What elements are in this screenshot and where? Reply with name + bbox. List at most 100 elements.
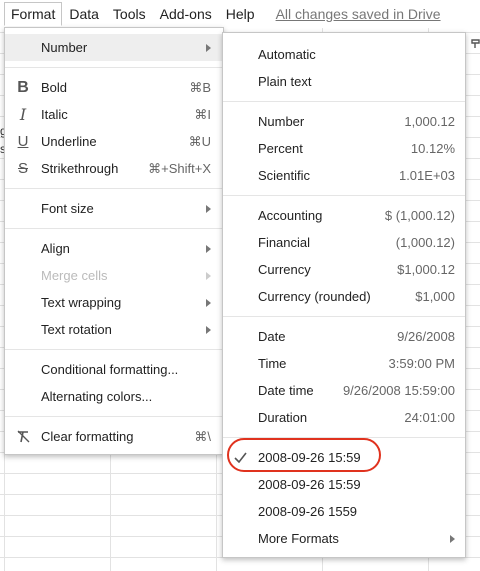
menu-item-label: Strikethrough — [41, 161, 119, 176]
shortcut-label: ⌘+Shift+X — [148, 160, 211, 176]
saved-status-link[interactable]: All changes saved in Drive — [276, 2, 441, 26]
number-duration-item[interactable]: Duration 24:01:00 — [223, 404, 465, 431]
menu-separator — [223, 316, 465, 317]
menu-tools[interactable]: Tools — [106, 2, 153, 26]
italic-icon: I — [19, 105, 27, 124]
format-example: $ (1,000.12) — [384, 208, 455, 223]
menu-item-label: More Formats — [258, 531, 339, 546]
number-more-formats-item[interactable]: More Formats — [223, 525, 465, 552]
submenu-arrow-icon — [206, 204, 211, 213]
paint-format-icon[interactable] — [470, 37, 480, 55]
format-example: 24:01:00 — [404, 410, 455, 425]
menu-item-label: Date — [258, 329, 286, 344]
number-custom-format-item[interactable]: 2008-09-26 1559 — [223, 498, 465, 525]
submenu-arrow-icon — [450, 534, 455, 543]
strikethrough-icon: S — [17, 160, 28, 177]
format-italic-item[interactable]: I Italic ⌘I — [5, 101, 223, 128]
format-conditional-formatting-item[interactable]: Conditional formatting... — [5, 356, 223, 383]
menu-item-label: Currency (rounded) — [258, 289, 371, 304]
menu-item-label: Merge cells — [41, 268, 108, 283]
menu-add-ons[interactable]: Add-ons — [153, 2, 219, 26]
bold-icon: B — [17, 78, 29, 96]
menu-item-label: Currency — [258, 262, 311, 277]
shortcut-label: ⌘\ — [194, 428, 211, 444]
menu-item-label: Time — [258, 356, 287, 371]
number-number-item[interactable]: Number 1,000.12 — [223, 108, 465, 135]
menu-separator — [5, 349, 223, 350]
shortcut-label: ⌘I — [194, 106, 211, 122]
number-currency-rounded-item[interactable]: Currency (rounded) $1,000 — [223, 283, 465, 310]
format-clear-formatting-item[interactable]: Clear formatting ⌘\ — [5, 423, 223, 450]
menu-item-label: Duration — [258, 410, 308, 425]
menu-item-label: 2008-09-26 1559 — [258, 504, 358, 519]
format-example: $1,000 — [415, 289, 455, 304]
menu-item-label: Percent — [258, 141, 303, 156]
menu-item-label: Plain text — [258, 74, 312, 89]
menu-item-label: Date time — [258, 383, 314, 398]
menu-separator — [5, 188, 223, 189]
format-text-wrapping-item[interactable]: Text wrapping — [5, 289, 223, 316]
underline-icon: U — [17, 133, 29, 150]
menu-item-label: Conditional formatting... — [41, 362, 179, 377]
number-date-time-item[interactable]: Date time 9/26/2008 15:59:00 — [223, 377, 465, 404]
format-example: (1,000.12) — [395, 235, 455, 250]
menu-separator — [5, 228, 223, 229]
format-alternating-colors-item[interactable]: Alternating colors... — [5, 383, 223, 410]
menu-item-label: Bold — [41, 80, 68, 95]
menu-format[interactable]: Format — [4, 2, 63, 26]
menu-item-label: Underline — [41, 134, 97, 149]
format-example: 1.01E+03 — [398, 168, 455, 183]
menubar: Format Data Tools Add-ons Help All chang… — [0, 0, 480, 28]
menu-separator — [223, 195, 465, 196]
format-align-item[interactable]: Align — [5, 235, 223, 262]
format-example: 9/26/2008 — [397, 329, 455, 344]
submenu-arrow-icon — [206, 325, 211, 334]
number-accounting-item[interactable]: Accounting $ (1,000.12) — [223, 202, 465, 229]
menu-separator — [5, 416, 223, 417]
number-automatic-item[interactable]: Automatic — [223, 41, 465, 68]
menu-help[interactable]: Help — [219, 2, 262, 26]
format-example: 1,000.12 — [404, 114, 455, 129]
format-example: 10.12% — [410, 141, 455, 156]
annotation-circle — [227, 438, 381, 472]
format-menu: Number B Bold ⌘B I Italic ⌘I U Underline… — [4, 27, 224, 455]
format-merge-cells-item: Merge cells — [5, 262, 223, 289]
menu-item-label: Financial — [258, 235, 311, 250]
menu-item-label: Number — [41, 40, 88, 55]
number-percent-item[interactable]: Percent 10.12% — [223, 135, 465, 162]
format-font-size-item[interactable]: Font size — [5, 195, 223, 222]
shortcut-label: ⌘U — [188, 133, 211, 149]
number-scientific-item[interactable]: Scientific 1.01E+03 — [223, 162, 465, 189]
menu-item-label: Font size — [41, 201, 94, 216]
submenu-arrow-icon — [206, 298, 211, 307]
menu-item-label: 2008-09-26 15:59 — [258, 477, 361, 492]
format-underline-item[interactable]: U Underline ⌘U — [5, 128, 223, 155]
menu-data[interactable]: Data — [62, 2, 106, 26]
menu-item-label: Alternating colors... — [41, 389, 153, 404]
menu-item-label: Scientific — [258, 168, 311, 183]
format-text-rotation-item[interactable]: Text rotation — [5, 316, 223, 343]
format-number-item[interactable]: Number — [5, 34, 223, 61]
menu-item-label: Align — [41, 241, 70, 256]
number-financial-item[interactable]: Financial (1,000.12) — [223, 229, 465, 256]
number-plain-text-item[interactable]: Plain text — [223, 68, 465, 95]
menu-separator — [5, 67, 223, 68]
number-format-submenu: Automatic Plain text Number 1,000.12 Per… — [222, 32, 466, 558]
number-time-item[interactable]: Time 3:59:00 PM — [223, 350, 465, 377]
submenu-arrow-icon — [206, 244, 211, 253]
number-custom-format-item[interactable]: 2008-09-26 15:59 — [223, 471, 465, 498]
number-date-item[interactable]: Date 9/26/2008 — [223, 323, 465, 350]
menu-item-label: Text rotation — [41, 322, 112, 337]
format-strikethrough-item[interactable]: S Strikethrough ⌘+Shift+X — [5, 155, 223, 182]
number-currency-item[interactable]: Currency $1,000.12 — [223, 256, 465, 283]
menu-item-label: Accounting — [258, 208, 323, 223]
menu-item-label: Text wrapping — [41, 295, 122, 310]
menu-item-label: Number — [258, 114, 305, 129]
submenu-arrow-icon — [206, 43, 211, 52]
format-bold-item[interactable]: B Bold ⌘B — [5, 74, 223, 101]
format-example: 3:59:00 PM — [388, 356, 456, 371]
menu-item-label: Clear formatting — [41, 429, 134, 444]
menu-separator — [223, 101, 465, 102]
menu-item-label: Italic — [41, 107, 68, 122]
shortcut-label: ⌘B — [189, 79, 211, 95]
